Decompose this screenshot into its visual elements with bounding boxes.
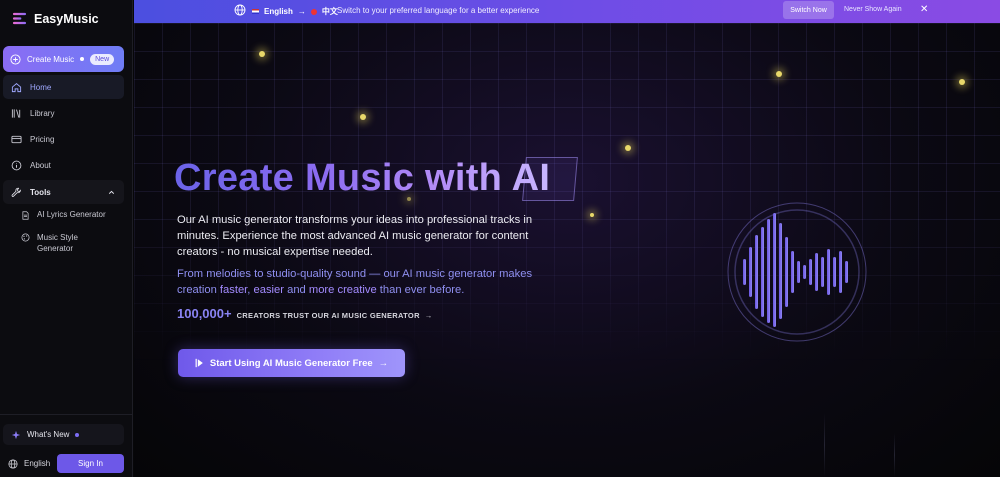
whats-new-label: What's New [27, 430, 70, 439]
tools-item-music-style[interactable]: Music Style Generator [3, 232, 83, 254]
spark-dot [625, 145, 631, 151]
language-label: English [24, 459, 51, 468]
tools-item-label: AI Lyrics Generator [37, 210, 106, 220]
palette-icon [21, 233, 30, 242]
subtext-suffix: than ever before. [376, 284, 465, 296]
sidebar-nav: Home Library Pricing About Tools AI Lyri… [3, 75, 124, 254]
library-icon [11, 109, 21, 118]
tools-item-label: Music Style Generator [37, 233, 78, 254]
flag-cn-icon [310, 8, 317, 15]
banner-message: Switch to your preferred language for a … [337, 6, 540, 15]
sidebar-divider [0, 414, 133, 415]
banner-lang-to: 中文 [321, 7, 338, 16]
brand-name: EasyMusic [34, 11, 99, 26]
chevron-up-icon [108, 190, 115, 194]
spark-dot [590, 213, 594, 217]
language-banner: English → 中文 Switch to your preferred la… [134, 0, 1000, 23]
banner-lang-from: English [264, 7, 293, 16]
decor-line [894, 433, 895, 477]
sidebar-item-home[interactable]: Home [3, 75, 124, 99]
spark-dot [259, 51, 265, 57]
sidebar-item-tools[interactable]: Tools [3, 180, 124, 205]
document-icon [22, 211, 29, 220]
brand-logo-icon [12, 12, 27, 25]
banner-languages: English → 中文 [252, 6, 338, 17]
new-badge: New [90, 53, 115, 65]
highlight-faster: faster [219, 284, 248, 296]
status-dot [80, 57, 85, 61]
sign-in-button[interactable]: Sign In [57, 454, 124, 473]
arrow-right-icon: → [424, 311, 433, 320]
subtext-sep: and [284, 284, 309, 296]
sidebar-item-label: Library [30, 108, 55, 118]
spark-dot [776, 71, 782, 77]
sidebar-item-label: Home [30, 82, 52, 92]
switch-now-button[interactable]: Switch Now [783, 1, 834, 19]
pricing-icon [11, 135, 22, 144]
sidebar-item-about[interactable]: About [3, 154, 124, 178]
create-music-button[interactable]: Create Music New [3, 46, 124, 72]
start-generator-button[interactable]: Start Using AI Music Generator Free → [178, 349, 405, 377]
sparkle-icon [11, 430, 21, 439]
globe-icon [234, 4, 246, 16]
sidebar: EasyMusic Create Music New Home Library … [0, 0, 133, 477]
globe-icon [8, 458, 18, 469]
tools-item-ai-lyrics[interactable]: AI Lyrics Generator [3, 210, 124, 220]
highlight-creative: more creative [308, 284, 377, 296]
plus-circle-icon [10, 53, 21, 65]
close-icon[interactable]: ✕ [920, 4, 928, 15]
brand[interactable]: EasyMusic [12, 11, 99, 26]
hero-title: Create Music with AI [174, 157, 551, 199]
sidebar-item-library[interactable]: Library [3, 101, 124, 125]
waveform-icon [727, 202, 867, 342]
hero-subtext: From melodies to studio-quality sound — … [177, 266, 547, 298]
arrow-right-icon: → [378, 357, 389, 369]
hero-description: Our AI music generator transforms your i… [177, 214, 533, 258]
tools-label: Tools [30, 187, 51, 197]
info-icon [11, 161, 22, 171]
hero-section: Create Music with AI Our AI music genera… [134, 23, 1000, 477]
decor-line [824, 413, 825, 477]
home-icon [11, 82, 22, 92]
spark-dot [959, 79, 965, 85]
notification-dot [75, 432, 80, 437]
arrow-right-icon: → [297, 7, 306, 16]
stats-number: 100,000+ [177, 306, 232, 321]
create-music-label: Create Music [27, 54, 75, 64]
tools-header: Tools [11, 187, 51, 198]
whats-new-button[interactable]: What's New [3, 424, 124, 445]
sidebar-item-pricing[interactable]: Pricing [3, 128, 124, 152]
sidebar-item-label: About [30, 161, 51, 171]
language-selector[interactable]: English [8, 454, 50, 473]
play-icon [195, 358, 203, 368]
wrench-icon [11, 187, 21, 197]
cta-label: Start Using AI Music Generator Free [209, 357, 373, 369]
highlight-easier: easier [253, 284, 284, 296]
stats-row[interactable]: 100,000+ CREATORS TRUST OUR AI MUSIC GEN… [177, 306, 433, 321]
sidebar-item-label: Pricing [30, 135, 55, 145]
app-root: EasyMusic Create Music New Home Library … [0, 0, 1000, 477]
never-show-again-button[interactable]: Never Show Again [844, 6, 902, 13]
flag-us-icon [252, 9, 259, 14]
stats-text: CREATORS TRUST OUR AI MUSIC GENERATOR [236, 311, 420, 320]
spark-dot [360, 114, 366, 120]
